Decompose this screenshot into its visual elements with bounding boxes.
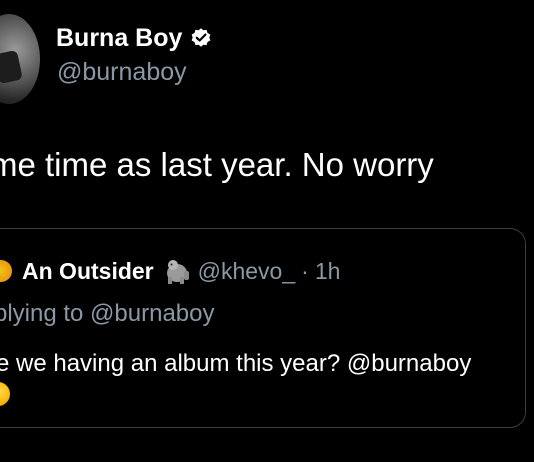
tweet-text: me time as last year. No worry bbox=[0, 146, 434, 183]
author-display-name[interactable]: Burna Boy bbox=[56, 24, 182, 53]
quoted-tweet-header: An Outsider @khevo_ · 1h bbox=[0, 254, 340, 288]
dot-separator: · bbox=[301, 257, 309, 284]
quoted-author-handle[interactable]: @khevo_ bbox=[198, 258, 296, 285]
author-avatar[interactable] bbox=[0, 14, 40, 104]
author-handle[interactable]: @burnaboy bbox=[57, 58, 187, 87]
quote-avatar-icon[interactable] bbox=[0, 260, 12, 282]
verified-badge-icon bbox=[190, 27, 212, 49]
gorilla-icon bbox=[162, 258, 192, 284]
quoted-author-name[interactable]: An Outsider bbox=[22, 258, 154, 285]
quoted-tweet-text: e we having an album this year? @burnabo… bbox=[0, 350, 472, 377]
quoted-timestamp[interactable]: 1h bbox=[315, 258, 341, 285]
replying-to-line[interactable]: plying to @burnaboy bbox=[0, 300, 215, 328]
author-name-row: Burna Boy bbox=[56, 22, 212, 54]
